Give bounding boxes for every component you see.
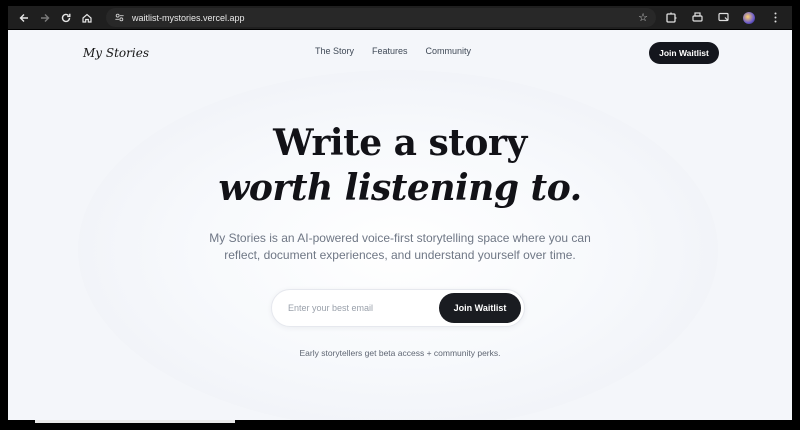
print-icon[interactable]: [686, 8, 708, 28]
perks-note: Early storytellers get beta access + com…: [299, 348, 501, 358]
hero-title-line1: Write a story: [273, 122, 527, 164]
email-input[interactable]: [272, 303, 439, 313]
top-nav: The Story Features Community: [315, 46, 471, 56]
hero-title-line2: worth listening to.: [218, 167, 582, 209]
nav-link-features[interactable]: Features: [372, 46, 408, 56]
hero-subtitle: My Stories is an AI-powered voice-first …: [209, 231, 591, 262]
nav-link-the-story[interactable]: The Story: [315, 46, 354, 56]
url-text: waitlist-mystories.vercel.app: [132, 12, 245, 23]
reload-icon[interactable]: [56, 8, 76, 28]
back-icon[interactable]: [14, 8, 34, 28]
more-menu-icon[interactable]: [764, 8, 786, 28]
forward-icon[interactable]: [35, 8, 55, 28]
extensions-icon[interactable]: [660, 8, 682, 28]
profile-avatar-icon[interactable]: [738, 8, 760, 28]
browser-toolbar: waitlist-mystories.vercel.app ☆: [8, 6, 792, 29]
brand-logo[interactable]: My Stories: [83, 46, 149, 60]
nav-link-community[interactable]: Community: [426, 46, 472, 56]
email-signup-form: Join Waitlist: [271, 289, 525, 327]
join-waitlist-header-button[interactable]: Join Waitlist: [649, 42, 719, 64]
page-viewport: My Stories The Story Features Community …: [8, 30, 792, 420]
home-icon[interactable]: [77, 8, 97, 28]
address-bar[interactable]: waitlist-mystories.vercel.app ☆: [106, 8, 656, 27]
join-waitlist-button[interactable]: Join Waitlist: [439, 293, 521, 323]
bookmark-star-icon[interactable]: ☆: [638, 11, 648, 24]
bottom-strip: [35, 420, 235, 423]
cast-icon[interactable]: [712, 8, 734, 28]
site-settings-icon[interactable]: [114, 12, 125, 23]
